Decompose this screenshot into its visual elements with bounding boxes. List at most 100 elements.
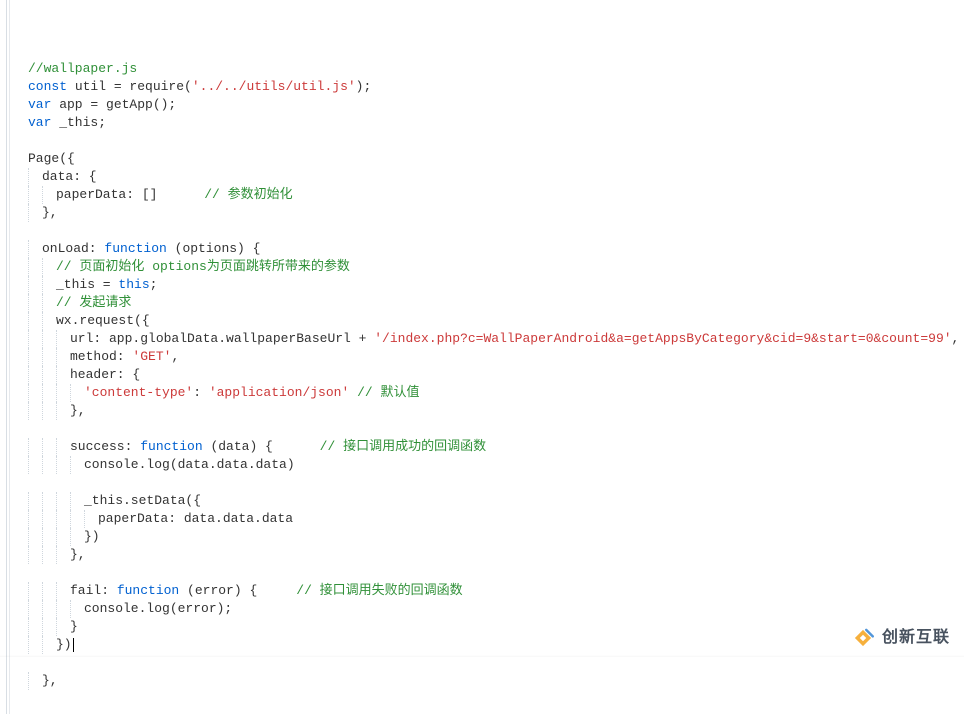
code-line: var _this; [28,114,964,132]
indent-guide [70,456,84,474]
code-line: //wallpaper.js [28,60,964,78]
token-cmt: //wallpaper.js [28,61,137,76]
indent-guide [28,672,42,690]
indent-guide [42,366,56,384]
code-line: console.log(error); [28,600,964,618]
indent-guide [28,636,42,654]
token-ident: (error) { [179,583,296,598]
indent-guide [42,276,56,294]
code-line: }) [28,528,964,546]
indent-guide [42,600,56,618]
indent-guide [28,258,42,276]
indent-guide [70,510,84,528]
token-ident: onLoad: [42,241,104,256]
token-str: 'GET' [132,349,171,364]
indent-guide [28,294,42,312]
indent-guide [42,528,56,546]
indent-guide [42,492,56,510]
token-ident: _this; [51,115,106,130]
indent-guide [28,618,42,636]
indent-guide [42,384,56,402]
token-ident: }, [42,673,58,688]
indent-guide [42,312,56,330]
token-ident: url: app.globalData.wallpaperBaseUrl + [70,331,374,346]
indent-guide [28,546,42,564]
indent-guide [56,618,70,636]
indent-guide [56,528,70,546]
code-line [28,474,964,492]
indent-guide [42,582,56,600]
token-ident: method: [70,349,132,364]
indent-guide [56,510,70,528]
token-ident: success: [70,439,140,454]
indent-guide [56,456,70,474]
text-caret-icon [73,638,74,652]
indent-guide [42,438,56,456]
token-kw: var [28,97,51,112]
token-ident: console.log(error); [84,601,232,616]
code-line: url: app.globalData.wallpaperBaseUrl + '… [28,330,964,348]
token-ident: fail: [70,583,117,598]
token-ident: }, [70,547,86,562]
indent-guide [28,204,42,222]
indent-guide [28,276,42,294]
token-kw: function [140,439,202,454]
token-ident: } [70,619,78,634]
code-line: _this.setData({ [28,492,964,510]
token-kw: const [28,79,67,94]
token-cmt: // 接口调用失败的回调函数 [296,583,462,598]
indent-guide [28,438,42,456]
token-ident: Page({ [28,151,75,166]
token-str: 'content-type' [84,385,193,400]
token-str: 'application/json' [209,385,349,400]
code-line: fail: function (error) { // 接口调用失败的回调函数 [28,582,964,600]
indent-guide [28,402,42,420]
indent-guide [42,186,56,204]
indent-guide [42,348,56,366]
token-ident: paperData: [] [56,187,204,202]
indent-guide [42,618,56,636]
code-line: Page({ [28,150,964,168]
token-ident: (options) { [167,241,261,256]
indent-guide [28,510,42,528]
code-line: _this = this; [28,276,964,294]
token-cmt: // 发起请求 [56,295,131,310]
indent-guide [28,348,42,366]
code-editor[interactable]: //wallpaper.jsconst util = require('../.… [0,0,964,714]
token-cmt: // 页面初始化 options为页面跳转所带来的参数 [56,259,350,274]
indent-guide [42,294,56,312]
indent-guide [56,582,70,600]
token-ident: , [171,349,179,364]
token-kw: function [104,241,166,256]
indent-guide [56,366,70,384]
code-line: // 页面初始化 options为页面跳转所带来的参数 [28,258,964,276]
indent-guide [28,600,42,618]
code-line: paperData: [] // 参数初始化 [28,186,964,204]
indent-guide [42,402,56,420]
indent-guide [42,258,56,276]
code-line: 'content-type': 'application/json' // 默认… [28,384,964,402]
code-line: success: function (data) { // 接口调用成功的回调函… [28,438,964,456]
token-cmt: // 接口调用成功的回调函数 [320,439,486,454]
token-ident: ); [356,79,372,94]
indent-guide [56,348,70,366]
code-line: data: { [28,168,964,186]
indent-guide [28,582,42,600]
token-kw: function [117,583,179,598]
indent-guide [70,384,84,402]
token-ident: util = require( [67,79,192,94]
token-kw: this [118,277,149,292]
indent-guide [28,528,42,546]
indent-guide [56,546,70,564]
code-line [28,132,964,150]
token-ident: }, [70,403,86,418]
indent-guide [42,456,56,474]
token-ident: ; [150,277,158,292]
token-ident [349,385,357,400]
gutter-rail [0,0,18,714]
indent-guide [28,168,42,186]
code-line: }, [28,204,964,222]
code-line [28,564,964,582]
token-kw: var [28,115,51,130]
token-ident: data: { [42,169,97,184]
